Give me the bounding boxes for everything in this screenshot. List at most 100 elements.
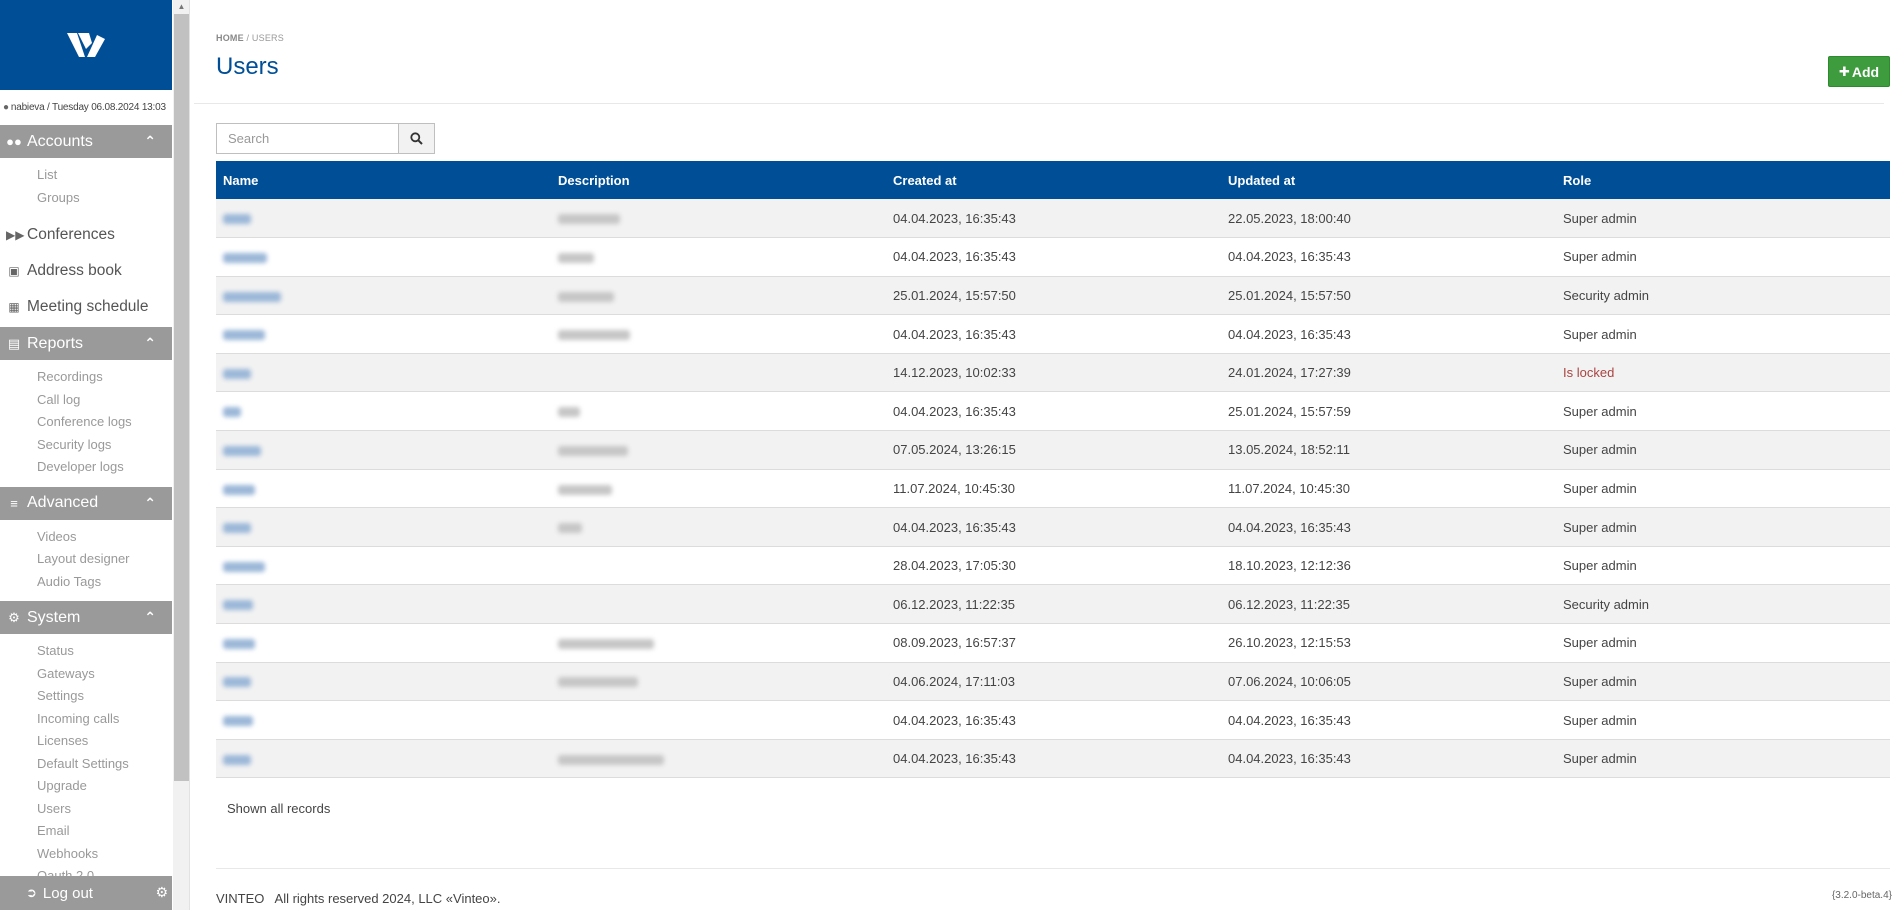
- redacted-user-name[interactable]: [223, 330, 265, 341]
- scrollbar-thumb[interactable]: [174, 14, 189, 781]
- column-header-updated-at[interactable]: Updated at: [1221, 161, 1556, 199]
- cell-name[interactable]: [216, 739, 551, 778]
- cell-updated-at: 11.07.2024, 10:45:30: [1228, 480, 1350, 496]
- redacted-user-name[interactable]: [223, 484, 255, 495]
- scroll-up-arrow-icon[interactable]: ▲: [173, 0, 190, 14]
- table-row[interactable]: 14.12.2023, 10:02:33 24.01.2024, 17:27:39…: [216, 353, 1890, 392]
- gear-icon[interactable]: ⚙: [155, 884, 168, 901]
- cell-created-at: 04.06.2024, 17:11:03: [893, 673, 1015, 689]
- sidebar-item-groups[interactable]: Groups: [0, 187, 172, 210]
- redacted-user-name[interactable]: [223, 754, 251, 765]
- column-header-role[interactable]: Role: [1556, 161, 1890, 199]
- sidebar-item-call-log[interactable]: Call log: [0, 389, 172, 412]
- vinteo-logo[interactable]: [0, 0, 172, 90]
- redacted-user-name[interactable]: [223, 445, 261, 456]
- sidebar-section-advanced[interactable]: ≡ Advanced ⌃: [0, 486, 172, 520]
- sidebar-item-conferences[interactable]: ▶▶ Conferences: [0, 217, 172, 253]
- sidebar-item-videos[interactable]: Videos: [0, 526, 172, 549]
- table-row[interactable]: 28.04.2023, 17:05:30 18.10.2023, 12:12:36…: [216, 546, 1890, 585]
- cell-name[interactable]: [216, 701, 551, 740]
- table-row[interactable]: 04.06.2024, 17:11:03 07.06.2024, 10:06:05…: [216, 662, 1890, 701]
- sidebar-section-system[interactable]: ⚙ System ⌃: [0, 601, 172, 634]
- sidebar-item-incoming-calls[interactable]: Incoming calls: [0, 708, 172, 731]
- table-row[interactable]: 04.04.2023, 16:35:43 04.04.2023, 16:35:43…: [216, 315, 1890, 354]
- redacted-description: [558, 677, 638, 688]
- cell-name[interactable]: [216, 238, 551, 277]
- cell-name[interactable]: [216, 662, 551, 701]
- system-submenu: Status Gateways Settings Incoming calls …: [0, 640, 172, 876]
- sidebar-item-gateways[interactable]: Gateways: [0, 663, 172, 686]
- sidebar-item-users[interactable]: Users: [0, 798, 172, 821]
- cell-name[interactable]: [216, 276, 551, 315]
- table-row[interactable]: 04.04.2023, 16:35:43 04.04.2023, 16:35:43…: [216, 701, 1890, 740]
- cell-created-at: 06.12.2023, 11:22:35: [893, 596, 1015, 612]
- cell-description: [551, 238, 886, 277]
- cell-role: Super admin: [1563, 519, 1637, 535]
- redacted-user-name[interactable]: [223, 716, 253, 727]
- table-row[interactable]: 04.04.2023, 16:35:43 04.04.2023, 16:35:43…: [216, 238, 1890, 277]
- table-row[interactable]: 04.04.2023, 16:35:43 25.01.2024, 15:57:59…: [216, 392, 1890, 431]
- sidebar-item-email[interactable]: Email: [0, 820, 172, 843]
- sidebar-item-default-settings[interactable]: Default Settings: [0, 753, 172, 776]
- sidebar-item-meeting-schedule[interactable]: ▦ Meeting schedule: [0, 289, 172, 325]
- cell-name[interactable]: [216, 585, 551, 624]
- sidebar-item-security-logs[interactable]: Security logs: [0, 434, 172, 457]
- sidebar-item-list[interactable]: List: [0, 164, 172, 187]
- breadcrumb-separator: /: [246, 33, 250, 43]
- table-row[interactable]: 25.01.2024, 15:57:50 25.01.2024, 15:57:50…: [216, 276, 1890, 315]
- cell-name[interactable]: [216, 431, 551, 470]
- sidebar-item-address-book[interactable]: ▣ Address book: [0, 253, 172, 289]
- sidebar-item-oauth[interactable]: Oauth 2.0: [0, 865, 172, 876]
- sidebar-item-recordings[interactable]: Recordings: [0, 366, 172, 389]
- sidebar-item-webhooks[interactable]: Webhooks: [0, 843, 172, 866]
- sidebar-item-status[interactable]: Status: [0, 640, 172, 663]
- cell-description: [551, 199, 886, 238]
- redacted-user-name[interactable]: [223, 638, 255, 649]
- table-row[interactable]: 11.07.2024, 10:45:30 11.07.2024, 10:45:30…: [216, 469, 1890, 508]
- cell-name[interactable]: [216, 392, 551, 431]
- redacted-user-name[interactable]: [223, 252, 267, 263]
- redacted-user-name[interactable]: [223, 677, 251, 688]
- column-header-description[interactable]: Description: [551, 161, 886, 199]
- cell-name[interactable]: [216, 353, 551, 392]
- redacted-user-name[interactable]: [223, 368, 251, 379]
- cell-name[interactable]: [216, 546, 551, 585]
- redacted-user-name[interactable]: [223, 523, 251, 534]
- sidebar-scrollbar[interactable]: ▲: [173, 0, 190, 910]
- sidebar-item-audio-tags[interactable]: Audio Tags: [0, 571, 172, 594]
- table-row[interactable]: 04.04.2023, 16:35:43 22.05.2023, 18:00:40…: [216, 199, 1890, 238]
- table-row[interactable]: 04.04.2023, 16:35:43 04.04.2023, 16:35:43…: [216, 739, 1890, 778]
- sidebar-item-settings[interactable]: Settings: [0, 685, 172, 708]
- sidebar-section-reports[interactable]: ▤ Reports ⌃: [0, 327, 172, 360]
- breadcrumb-home[interactable]: HOME: [216, 33, 244, 43]
- redacted-user-name[interactable]: [223, 600, 253, 611]
- cell-name[interactable]: [216, 624, 551, 663]
- redacted-user-name[interactable]: [223, 291, 281, 302]
- sidebar-item-upgrade[interactable]: Upgrade: [0, 775, 172, 798]
- table-row[interactable]: 08.09.2023, 16:57:37 26.10.2023, 12:15:53…: [216, 624, 1890, 663]
- sidebar-item-licenses[interactable]: Licenses: [0, 730, 172, 753]
- cell-name[interactable]: [216, 199, 551, 238]
- sidebar-item-developer-logs[interactable]: Developer logs: [0, 456, 172, 479]
- table-row[interactable]: 04.04.2023, 16:35:43 04.04.2023, 16:35:43…: [216, 507, 1890, 547]
- cell-name[interactable]: [216, 469, 551, 508]
- search-input[interactable]: [216, 123, 398, 154]
- redacted-user-name[interactable]: [223, 214, 251, 225]
- sidebar-item-conference-logs[interactable]: Conference logs: [0, 411, 172, 434]
- redacted-user-name[interactable]: [223, 407, 241, 418]
- table-row[interactable]: 07.05.2024, 13:26:15 13.05.2024, 18:52:11…: [216, 430, 1890, 470]
- column-header-created-at[interactable]: Created at: [886, 161, 1221, 199]
- sidebar-item-layout-designer[interactable]: Layout designer: [0, 548, 172, 571]
- column-header-name[interactable]: Name: [216, 161, 551, 199]
- table-row[interactable]: 06.12.2023, 11:22:35 06.12.2023, 11:22:35…: [216, 584, 1890, 624]
- cell-role: Super admin: [1563, 751, 1637, 767]
- cell-name[interactable]: [216, 508, 551, 547]
- redacted-user-name[interactable]: [223, 561, 265, 572]
- logout-button[interactable]: ➲ Log out: [0, 885, 93, 902]
- search-button[interactable]: [398, 123, 435, 154]
- sidebar-section-accounts[interactable]: ●● Accounts ⌃: [0, 125, 172, 158]
- cell-name[interactable]: [216, 315, 551, 354]
- cell-updated-at: 25.01.2024, 15:57:50: [1228, 287, 1351, 303]
- version-label: {3.2.0-beta.4}: [1831, 890, 1892, 901]
- add-user-button[interactable]: ✚ Add: [1828, 56, 1890, 87]
